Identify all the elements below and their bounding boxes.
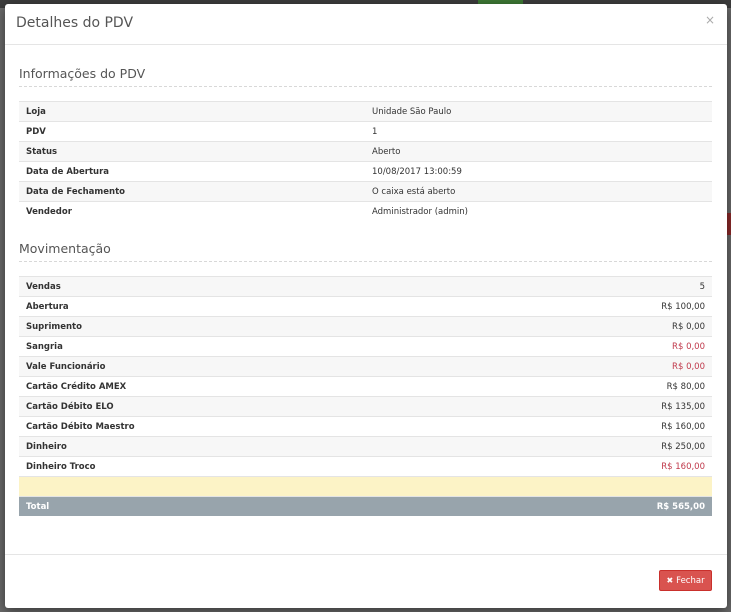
movement-row-value: R$ 135,00 [478, 396, 712, 417]
movement-row: Vendas 5 [19, 276, 712, 297]
movement-row: Suprimento R$ 0,00 [19, 316, 712, 337]
total-label: Total [19, 496, 479, 516]
close-icon[interactable]: × [705, 13, 715, 27]
movement-row-label: Vendas [19, 276, 479, 297]
movement-row-label: Cartão Crédito AMEX [19, 376, 479, 397]
close-button[interactable]: ✖ Fechar [659, 570, 712, 591]
movement-row-value: R$ 100,00 [478, 296, 712, 317]
movement-row: Cartão Débito Maestro R$ 160,00 [19, 416, 712, 437]
movement-row: Vale Funcionário R$ 0,00 [19, 356, 712, 377]
movement-row-label: Sangria [19, 336, 479, 357]
modal-header: Detalhes do PDV × [5, 4, 727, 45]
info-section-title: Informações do PDV [19, 66, 146, 81]
info-row-value: 1 [365, 121, 712, 142]
info-row-label: Vendedor [19, 201, 365, 221]
info-row: Data de Fechamento O caixa está aberto [19, 181, 712, 202]
info-section-divider [19, 86, 712, 87]
movement-row-label: Vale Funcionário [19, 356, 479, 377]
movement-row-value: R$ 0,00 [478, 336, 712, 357]
movement-row-value: R$ 250,00 [478, 436, 712, 457]
info-row: Data de Abertura 10/08/2017 13:00:59 [19, 161, 712, 182]
spacer-row [19, 476, 712, 497]
info-row: PDV 1 [19, 121, 712, 142]
movement-row: Sangria R$ 0,00 [19, 336, 712, 357]
info-row-label: Status [19, 141, 365, 162]
spacer-cell [19, 476, 712, 497]
movement-row-label: Cartão Débito ELO [19, 396, 479, 417]
total-value: R$ 565,00 [478, 496, 712, 516]
movement-row: Cartão Débito ELO R$ 135,00 [19, 396, 712, 417]
close-button-label: Fechar [676, 575, 705, 586]
modal-title: Detalhes do PDV [16, 15, 134, 31]
info-row-value: Unidade São Paulo [365, 101, 712, 122]
movement-row-label: Dinheiro Troco [19, 456, 479, 477]
info-row-label: Data de Abertura [19, 161, 365, 182]
movement-row-label: Dinheiro [19, 436, 479, 457]
info-table: Loja Unidade São Paulo PDV 1 Status Aberto Dat… [19, 101, 712, 221]
close-icon: ✖ [666, 576, 674, 585]
pdv-details-modal: Detalhes do PDV × Informações do PDV Loj… [5, 4, 727, 608]
info-row-value: 10/08/2017 13:00:59 [365, 161, 712, 182]
movement-row-label: Abertura [19, 296, 479, 317]
info-row-label: Data de Fechamento [19, 181, 365, 202]
movement-row: Dinheiro R$ 250,00 [19, 436, 712, 457]
mov-section-divider [19, 261, 712, 262]
movement-row-label: Suprimento [19, 316, 479, 337]
movement-table: Vendas 5 Abertura R$ 100,00 Suprimento R$ 0,0… [19, 276, 712, 516]
info-row-label: PDV [19, 121, 365, 142]
movement-row: Abertura R$ 100,00 [19, 296, 712, 317]
info-row: Loja Unidade São Paulo [19, 101, 712, 122]
movement-row-value: R$ 0,00 [478, 316, 712, 337]
info-row-label: Loja [19, 101, 365, 122]
movement-row: Cartão Crédito AMEX R$ 80,00 [19, 376, 712, 397]
movement-row-value: R$ 80,00 [478, 376, 712, 397]
movement-row-value: R$ 160,00 [478, 456, 712, 477]
info-row-value: O caixa está aberto [365, 181, 712, 202]
modal-footer-divider [5, 554, 727, 555]
mov-section-title: Movimentação [19, 241, 111, 256]
movement-row: Dinheiro Troco R$ 160,00 [19, 456, 712, 477]
movement-row-value: R$ 0,00 [478, 356, 712, 377]
movement-row-label: Cartão Débito Maestro [19, 416, 479, 437]
info-row: Status Aberto [19, 141, 712, 162]
info-row-value: Administrador (admin) [365, 201, 712, 221]
total-row: Total R$ 565,00 [19, 496, 712, 516]
info-row-value: Aberto [365, 141, 712, 162]
movement-row-value: R$ 160,00 [478, 416, 712, 437]
movement-row-value: 5 [478, 276, 712, 297]
info-row: Vendedor Administrador (admin) [19, 201, 712, 221]
